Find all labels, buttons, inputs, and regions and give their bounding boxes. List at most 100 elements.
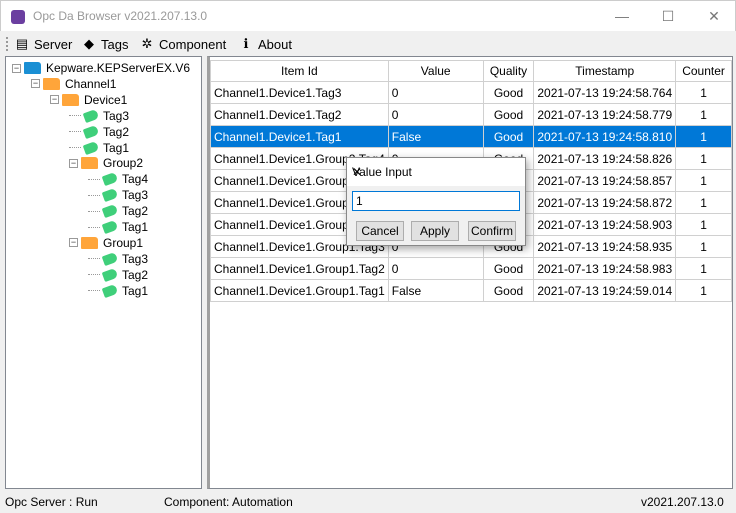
- cell-timestamp[interactable]: 2021-07-13 19:24:58.903: [533, 213, 677, 236]
- cell-value[interactable]: 0: [387, 103, 484, 126]
- apply-button[interactable]: Apply: [411, 221, 459, 241]
- table-row[interactable]: Channel1.Device1.Group1.Tag1 False Good 202…: [210, 279, 732, 302]
- cell-item-id[interactable]: Channel1.Device1.Tag2: [210, 103, 389, 126]
- tree-node-folder[interactable]: − Channel1: [31, 76, 116, 92]
- tree-node-folder[interactable]: − Device1: [50, 92, 127, 108]
- tree-connector: [88, 178, 100, 180]
- tree-node-folder[interactable]: − Group2: [69, 155, 143, 171]
- cell-item-id[interactable]: Channel1.Device1.Group1.Tag2: [210, 257, 389, 280]
- toolbar: ▤ Server ◆ Tags ✲ Component ℹ About: [0, 31, 736, 55]
- tree-node-tag[interactable]: Tag3: [88, 251, 148, 267]
- tree-node-label: Device1: [84, 92, 128, 107]
- cell-item-id[interactable]: Channel1.Device1.Tag3: [210, 81, 389, 104]
- dialog-close-icon[interactable]: ✕: [352, 165, 517, 179]
- tree-node-tag[interactable]: Tag2: [69, 124, 129, 140]
- cell-timestamp[interactable]: 2021-07-13 19:24:58.872: [533, 191, 677, 214]
- cell-counter[interactable]: 1: [675, 279, 732, 302]
- table-row[interactable]: Channel1.Device1.Group1.Tag2 0 Good 2021-07…: [210, 257, 732, 280]
- cell-timestamp[interactable]: 2021-07-13 19:24:58.935: [533, 235, 677, 258]
- cell-item-id[interactable]: Channel1.Device1.Group1.Tag1: [210, 279, 389, 302]
- cell-counter[interactable]: 1: [675, 235, 732, 258]
- cell-quality[interactable]: Good: [482, 81, 535, 104]
- tree-node-folder[interactable]: − Group1: [69, 235, 143, 251]
- collapse-icon[interactable]: −: [69, 158, 78, 168]
- folder-icon: [43, 77, 60, 90]
- minimize-button[interactable]: —: [599, 1, 645, 32]
- collapse-icon[interactable]: −: [69, 238, 78, 248]
- tree-node-tag[interactable]: Tag1: [88, 283, 148, 299]
- tree-node-label: Tag2: [122, 204, 149, 219]
- cell-counter[interactable]: 1: [675, 103, 732, 126]
- tag-icon: [101, 219, 119, 235]
- tree-connector: [88, 194, 100, 196]
- column-header[interactable]: Item Id: [210, 60, 389, 82]
- maximize-button[interactable]: ☐: [645, 1, 691, 32]
- collapse-icon[interactable]: −: [12, 63, 21, 73]
- tree-node-label: Tag3: [122, 251, 149, 266]
- tree-node-label: Kepware.KEPServerEX.V6: [46, 61, 191, 75]
- cell-timestamp[interactable]: 2021-07-13 19:24:59.014: [533, 279, 677, 302]
- tree-node-label: Tag1: [122, 220, 149, 234]
- tree-node-tag[interactable]: Tag2: [88, 203, 148, 219]
- component-button[interactable]: ✲ Component: [139, 35, 227, 53]
- cell-counter[interactable]: 1: [675, 213, 732, 236]
- tree-node-tag[interactable]: Tag4: [88, 171, 148, 187]
- info-icon: ℹ: [243, 36, 249, 51]
- about-label: About: [258, 36, 292, 52]
- tree-connector: [88, 258, 100, 260]
- cell-quality[interactable]: Good: [482, 279, 535, 302]
- tree-node-tag[interactable]: Tag1: [69, 140, 129, 156]
- cell-counter[interactable]: 1: [675, 81, 732, 104]
- table-row[interactable]: Channel1.Device1.Tag3 0 Good 2021-07-13 19:…: [210, 81, 732, 104]
- cell-counter[interactable]: 1: [675, 125, 732, 148]
- tag-icon: [101, 204, 119, 219]
- confirm-button[interactable]: Confirm: [468, 221, 516, 241]
- column-header[interactable]: Timestamp: [533, 60, 677, 82]
- column-header[interactable]: Quality: [482, 60, 535, 82]
- collapse-icon[interactable]: −: [50, 95, 59, 105]
- cell-quality[interactable]: Good: [482, 257, 535, 280]
- cell-counter[interactable]: 1: [675, 169, 732, 192]
- gear-icon: ✲: [141, 36, 153, 51]
- cell-timestamp[interactable]: 2021-07-13 19:24:58.857: [533, 169, 677, 192]
- tag-icon: [101, 172, 119, 187]
- tree-node-root[interactable]: − Kepware.KEPServerEX.V6: [12, 60, 190, 76]
- cell-quality[interactable]: Good: [482, 125, 535, 148]
- cell-counter[interactable]: 1: [675, 147, 732, 170]
- table-row[interactable]: Channel1.Device1.Tag2 0 Good 2021-07-13 19:…: [210, 103, 732, 126]
- server-button[interactable]: ▤ Server: [14, 35, 72, 53]
- tree-node-tag[interactable]: Tag1: [88, 219, 148, 235]
- cell-value[interactable]: False: [387, 125, 484, 148]
- tree-node-tag[interactable]: Tag3: [69, 108, 129, 124]
- about-button[interactable]: ℹ About: [238, 35, 292, 53]
- cell-item-id[interactable]: Channel1.Device1.Tag1: [210, 125, 389, 148]
- collapse-icon[interactable]: −: [31, 79, 40, 89]
- tree-connector: [88, 290, 100, 292]
- cell-timestamp[interactable]: 2021-07-13 19:24:58.810: [533, 125, 677, 148]
- close-button[interactable]: ✕: [691, 1, 736, 32]
- cell-counter[interactable]: 1: [675, 191, 732, 214]
- tree-node-tag[interactable]: Tag2: [88, 267, 148, 283]
- cell-value[interactable]: False: [387, 279, 484, 302]
- cell-quality[interactable]: Good: [482, 103, 535, 126]
- server-label: Server: [34, 36, 73, 52]
- cell-counter[interactable]: 1: [675, 257, 732, 280]
- cell-timestamp[interactable]: 2021-07-13 19:24:58.764: [533, 81, 677, 104]
- cancel-button[interactable]: Cancel: [356, 221, 404, 241]
- window-title: Opc Da Browser v2021.207.13.0: [33, 9, 208, 23]
- cell-value[interactable]: 0: [387, 257, 484, 280]
- cell-value[interactable]: 0: [387, 81, 484, 104]
- cell-timestamp[interactable]: 2021-07-13 19:24:58.983: [533, 257, 677, 280]
- items-grid[interactable]: Item Id Value Quality Timestamp Counter Chan…: [207, 56, 733, 489]
- cell-timestamp[interactable]: 2021-07-13 19:24:58.779: [533, 103, 677, 126]
- cell-timestamp[interactable]: 2021-07-13 19:24:58.826: [533, 147, 677, 170]
- column-header[interactable]: Counter: [675, 60, 732, 82]
- tag-icon: [101, 188, 119, 203]
- table-row[interactable]: Channel1.Device1.Tag1 False Good 2021-07-13…: [210, 125, 732, 148]
- tree-node-tag[interactable]: Tag3: [88, 187, 148, 203]
- value-input[interactable]: [352, 191, 520, 211]
- tree-node-label: Group1: [103, 235, 144, 250]
- column-header[interactable]: Value: [387, 60, 484, 82]
- tag-tree[interactable]: − Kepware.KEPServerEX.V6− Channel1− Device1…: [5, 56, 202, 489]
- tags-button[interactable]: ◆ Tags: [81, 35, 128, 53]
